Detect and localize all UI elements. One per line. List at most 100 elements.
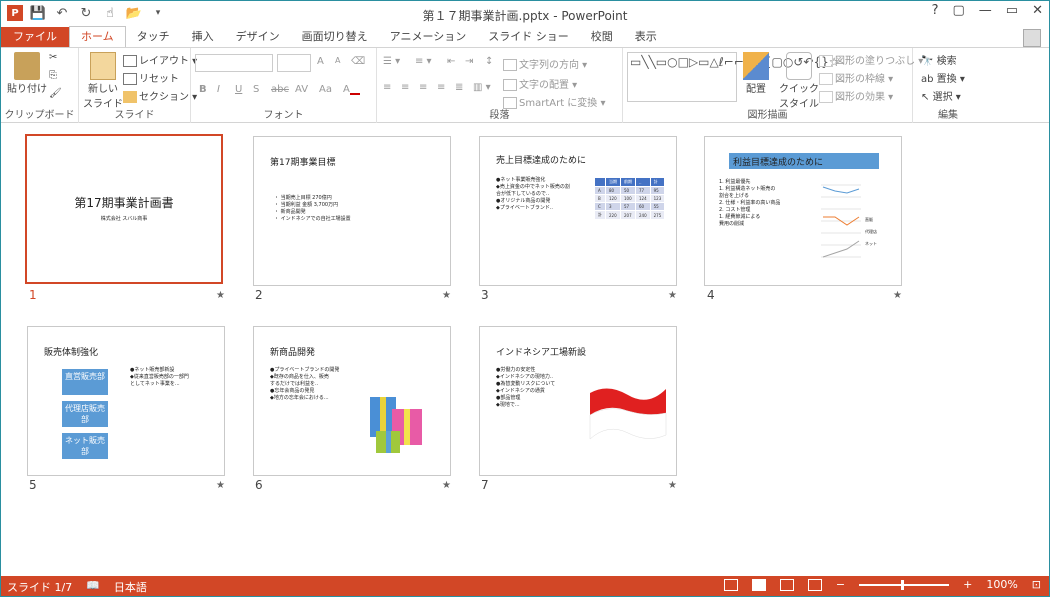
shadow-button[interactable]: S bbox=[253, 84, 259, 95]
binoculars-icon: 🔭 bbox=[921, 56, 934, 67]
tab-home[interactable]: ホーム bbox=[69, 26, 126, 47]
align-left-icon[interactable]: ≡ bbox=[383, 82, 391, 93]
table-row: A 80 50 77 95 bbox=[594, 186, 666, 195]
animation-star-icon[interactable]: ★ bbox=[442, 290, 451, 301]
shape-fill-button[interactable]: 図形の塗りつぶし ▾ bbox=[819, 52, 923, 67]
quick-styles-button[interactable]: クイック スタイル bbox=[779, 52, 819, 110]
reset-button[interactable]: リセット bbox=[123, 70, 179, 85]
animation-star-icon[interactable]: ★ bbox=[893, 290, 902, 301]
columns-icon[interactable]: ▥ ▾ bbox=[473, 82, 491, 93]
user-avatar[interactable] bbox=[1023, 29, 1041, 47]
strikethrough-button[interactable]: abc bbox=[271, 84, 289, 95]
normal-view-icon[interactable] bbox=[723, 578, 738, 591]
maximize-button[interactable]: ▭ bbox=[1006, 3, 1018, 18]
text-direction-button[interactable]: 文字列の方向 ▾ bbox=[503, 56, 587, 71]
status-bar: スライド 1/7 📖 日本語 − + 100% ⊡ bbox=[1, 576, 1049, 596]
zoom-out-button[interactable]: − bbox=[836, 578, 845, 591]
align-text-icon bbox=[503, 79, 517, 91]
help-button[interactable]: ? bbox=[932, 3, 939, 18]
find-button[interactable]: 🔭 検索 bbox=[921, 52, 957, 67]
slide-thumbnail-7[interactable]: インドネシア工場新設 ●労働力の安定性 ◆インドネシアの現地力.. ●為替変動リ… bbox=[479, 326, 677, 476]
slide-thumbnail-6[interactable]: 新商品開発 ●プライベートブランドの開発 ◆既存の商品を仕入、販売 するだけでは… bbox=[253, 326, 451, 476]
distributed-icon[interactable]: ≣ bbox=[455, 82, 463, 93]
clear-format-icon[interactable]: ⌫ bbox=[351, 56, 365, 67]
align-center-icon[interactable]: ≡ bbox=[401, 82, 409, 93]
align-text-button[interactable]: 文字の配置 ▾ bbox=[503, 76, 577, 91]
fit-slide-icon[interactable]: ⊡ bbox=[1032, 578, 1041, 591]
increase-indent-icon[interactable]: ⇥ bbox=[465, 56, 473, 67]
slide-3-table: 当期 前期.. 計 A 80 50 77 95 B 120 100 124 123 C 3 57 60 55 計 22… bbox=[594, 177, 666, 220]
align-right-icon[interactable]: ≡ bbox=[419, 82, 427, 93]
tab-animations[interactable]: アニメーション bbox=[379, 27, 478, 47]
animation-star-icon[interactable]: ★ bbox=[668, 290, 677, 301]
cut-icon[interactable]: ✂ bbox=[49, 52, 57, 63]
slide-thumbnail-2[interactable]: 第17期事業目標 ・ 当期売上目標 270億円 ・ 当期利益 金額 3,700万… bbox=[253, 136, 451, 286]
group-drawing: ▭╲╲▭○□▷▭△ℓ⌐⌐⇨⇩{▢○↺↶{}☆ 配置 クイック スタイル 図形の塗… bbox=[623, 48, 923, 123]
char-spacing-button[interactable]: AV bbox=[295, 84, 308, 95]
tab-view[interactable]: 表示 bbox=[624, 27, 668, 47]
shape-outline-button[interactable]: 図形の枠線 ▾ bbox=[819, 70, 893, 85]
grow-font-button[interactable]: A bbox=[317, 56, 324, 67]
copy-icon[interactable]: ⎘ bbox=[49, 70, 57, 81]
zoom-in-button[interactable]: + bbox=[963, 578, 972, 591]
tab-touch[interactable]: タッチ bbox=[126, 27, 181, 47]
animation-star-icon[interactable]: ★ bbox=[216, 480, 225, 491]
minimize-button[interactable]: — bbox=[979, 3, 992, 18]
slide-thumbnail-4[interactable]: 利益目標達成のために 1. 利益最優先 1. 利益構造ネット販売の 割合を上げる… bbox=[704, 136, 902, 286]
replace-button[interactable]: ab 置換 ▾ bbox=[921, 70, 965, 85]
bold-button[interactable]: B bbox=[199, 84, 207, 95]
zoom-level[interactable]: 100% bbox=[986, 578, 1017, 591]
slide-number-7: 7 bbox=[481, 478, 489, 492]
slide-thumbnail-1[interactable]: 第17期事業計画書 株式会社 スバル商事 bbox=[25, 134, 223, 284]
decrease-indent-icon[interactable]: ⇤ bbox=[447, 56, 455, 67]
spelling-check-icon[interactable]: 📖 bbox=[86, 579, 100, 595]
format-painter-icon[interactable]: 🖌 bbox=[49, 88, 62, 99]
slide-thumbnail-5[interactable]: 販売体制強化 直営販売部 代理店販売部 ネット販売部 ●ネット販売部新設 ◆従来… bbox=[27, 326, 225, 476]
table-cell: B bbox=[594, 194, 606, 203]
tab-review[interactable]: 校閲 bbox=[580, 27, 624, 47]
bullets-icon[interactable]: ☰ ▾ bbox=[383, 56, 400, 67]
shrink-font-button[interactable]: A bbox=[335, 56, 340, 65]
line-spacing-icon[interactable]: ↕ bbox=[485, 56, 493, 67]
font-name-select[interactable] bbox=[195, 54, 273, 72]
table-cell: 50 bbox=[620, 186, 636, 195]
language-indicator[interactable]: 日本語 bbox=[114, 579, 147, 595]
slide-indicator[interactable]: スライド 1/7 bbox=[7, 579, 72, 595]
tab-design[interactable]: デザイン bbox=[225, 27, 291, 47]
new-slide-button[interactable]: 新しい スライド bbox=[83, 52, 123, 110]
close-button[interactable]: ✕ bbox=[1032, 3, 1043, 18]
justify-icon[interactable]: ≡ bbox=[437, 82, 445, 93]
layout-button[interactable]: レイアウト ▾ bbox=[123, 52, 197, 67]
tab-transitions[interactable]: 画面切り替え bbox=[291, 27, 379, 47]
tab-insert[interactable]: 挿入 bbox=[181, 27, 225, 47]
select-button[interactable]: ↖ 選択 ▾ bbox=[921, 88, 961, 103]
section-button[interactable]: セクション ▾ bbox=[123, 88, 197, 103]
animation-star-icon[interactable]: ★ bbox=[216, 290, 225, 301]
tab-slideshow[interactable]: スライド ショー bbox=[477, 27, 580, 47]
animation-star-icon[interactable]: ★ bbox=[442, 480, 451, 491]
arrange-icon bbox=[743, 52, 769, 80]
font-size-select[interactable] bbox=[277, 54, 311, 72]
slide-sorter-view-icon[interactable] bbox=[751, 578, 766, 591]
reading-view-icon[interactable] bbox=[779, 578, 794, 591]
slideshow-view-icon[interactable] bbox=[807, 578, 822, 591]
slide-thumbnail-3[interactable]: 売上目標達成のために ●ネット事業販売強化 ◆売上資金の中でネット販売の割 合が… bbox=[479, 136, 677, 286]
paste-button[interactable]: 貼り付け bbox=[7, 52, 47, 95]
shape-effects-button[interactable]: 図形の効果 ▾ bbox=[819, 88, 893, 103]
underline-button[interactable]: U bbox=[235, 84, 242, 95]
tab-file[interactable]: ファイル bbox=[1, 27, 69, 47]
legend-item: ネット bbox=[865, 241, 877, 246]
ribbon-display-button[interactable]: ▢ bbox=[953, 3, 965, 18]
font-group-label: フォント bbox=[263, 110, 304, 121]
arrange-button[interactable]: 配置 bbox=[743, 52, 769, 95]
font-color-icon[interactable]: A bbox=[343, 84, 360, 95]
animation-star-icon[interactable]: ★ bbox=[668, 480, 677, 491]
slide-2-body: ・ 当期売上目標 270億円 ・ 当期利益 金額 3,700万円 ・ 新商品開発… bbox=[274, 195, 351, 222]
numbering-icon[interactable]: ≡ ▾ bbox=[415, 56, 432, 67]
paragraph-group-label: 段落 bbox=[489, 110, 510, 121]
change-case-button[interactable]: Aa bbox=[319, 84, 332, 95]
shape-effects-icon bbox=[819, 91, 833, 103]
italic-button[interactable]: I bbox=[217, 84, 220, 95]
shapes-gallery[interactable]: ▭╲╲▭○□▷▭△ℓ⌐⌐⇨⇩{▢○↺↶{}☆ bbox=[627, 52, 839, 102]
zoom-slider[interactable] bbox=[859, 579, 950, 590]
